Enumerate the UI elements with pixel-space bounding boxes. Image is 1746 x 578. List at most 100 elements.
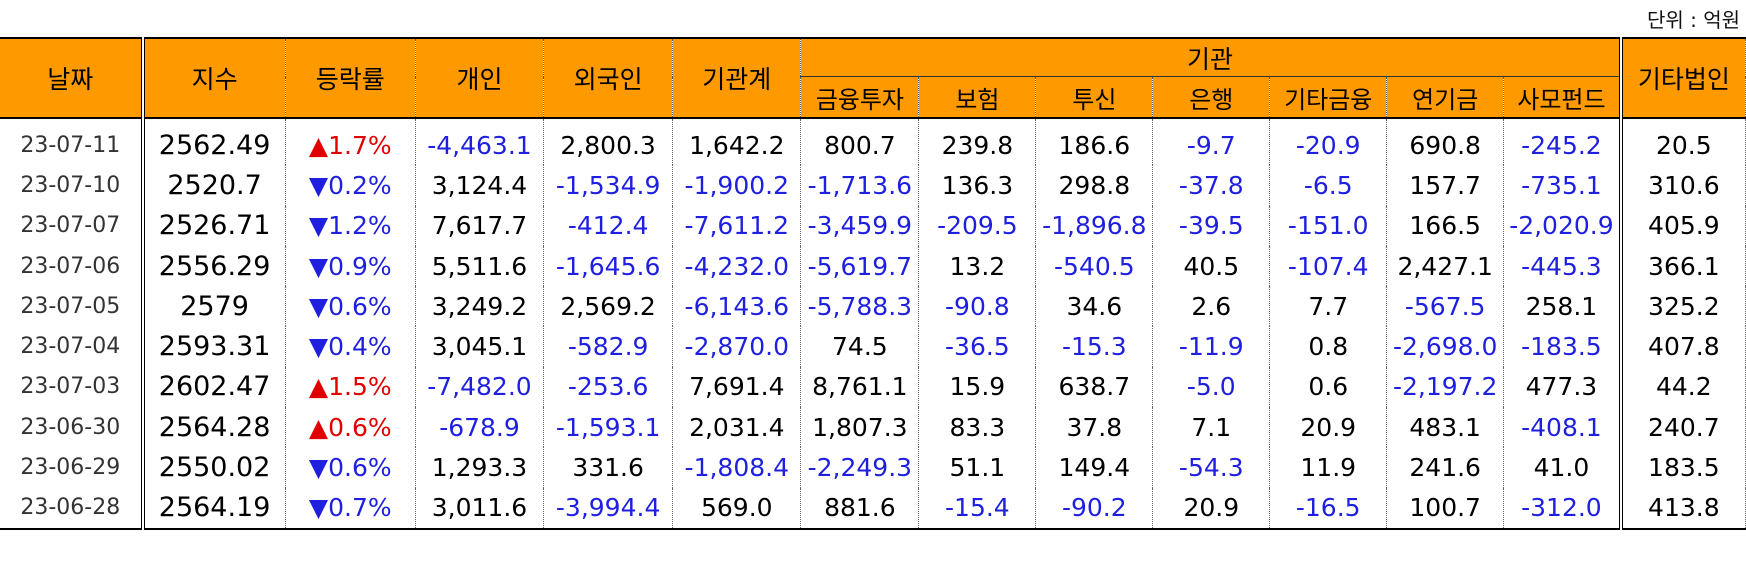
- cell-financial-investment: 74.5: [800, 326, 920, 367]
- cell-change: ▼0.4%: [285, 326, 416, 367]
- cell-index: 2564.19: [142, 487, 286, 530]
- cell-individual: -4,463.1: [415, 118, 545, 166]
- cell-date: 23-07-07: [0, 205, 145, 246]
- cell-private-fund: -445.3: [1503, 245, 1622, 287]
- cell-bank: -5.0: [1152, 366, 1271, 408]
- cell-individual: 5,511.6: [415, 245, 545, 287]
- cell-individual: 3,124.4: [415, 165, 545, 206]
- cell-financial-investment: -5,788.3: [800, 286, 920, 327]
- cell-insurance: 15.9: [918, 366, 1037, 408]
- cell-foreign: -253.6: [543, 366, 674, 408]
- table-row: 23-07-03 2602.47 ▲1.5% -7,482.0 -253.6 7,691.…: [0, 366, 1746, 408]
- cell-financial-investment: -1,713.6: [800, 165, 920, 206]
- cell-individual: -678.9: [415, 407, 545, 448]
- cell-institution-total: -1,900.2: [672, 165, 802, 206]
- header-investment-trust: 투신: [1035, 76, 1154, 119]
- header-insurance: 보험: [918, 76, 1037, 119]
- cell-index: 2593.31: [142, 326, 286, 367]
- cell-investment-trust: 638.7: [1035, 366, 1154, 408]
- header-individual: 개인: [415, 37, 545, 119]
- cell-pension: -2,698.0: [1386, 326, 1505, 367]
- cell-foreign: -1,645.6: [543, 245, 674, 287]
- cell-institution-total: -4,232.0: [672, 245, 802, 287]
- table-row: 23-06-30 2564.28 ▲0.6% -678.9 -1,593.1 2,031.…: [0, 407, 1746, 448]
- cell-date: 23-06-28: [0, 487, 145, 530]
- header-institution-group: 기관: [800, 37, 1622, 77]
- cell-individual: -7,482.0: [415, 366, 545, 408]
- cell-date: 23-07-10: [0, 165, 145, 206]
- cell-institution-total: 2,031.4: [672, 407, 802, 448]
- cell-bank: 2.6: [1152, 286, 1271, 327]
- investor-trading-table: 날짜 지수 등락률 개인 외국인 기관계 기관 기타법인 금융투자 보험 투신 …: [0, 37, 1746, 530]
- cell-private-fund: -2,020.9: [1503, 205, 1622, 246]
- header-other-corp: 기타법인: [1618, 37, 1746, 119]
- cell-change: ▼1.2%: [285, 205, 416, 246]
- cell-other-finance: 0.8: [1269, 326, 1388, 367]
- cell-institution-total: -1,808.4: [672, 447, 802, 488]
- cell-institution-total: 1,642.2: [672, 118, 802, 166]
- cell-pension: 100.7: [1386, 487, 1505, 530]
- cell-foreign: 331.6: [543, 447, 674, 488]
- header-private-fund: 사모펀드: [1503, 76, 1622, 119]
- cell-index: 2564.28: [142, 407, 286, 448]
- cell-pension: 690.8: [1386, 118, 1505, 166]
- cell-investment-trust: 149.4: [1035, 447, 1154, 488]
- cell-institution-total: 569.0: [672, 487, 802, 530]
- cell-other-corp: 240.7: [1618, 407, 1746, 448]
- cell-index: 2520.7: [142, 165, 286, 206]
- cell-financial-investment: 8,761.1: [800, 366, 920, 408]
- table-row: 23-07-10 2520.7 ▼0.2% 3,124.4 -1,534.9 -1,900…: [0, 165, 1746, 206]
- cell-investment-trust: -90.2: [1035, 487, 1154, 530]
- cell-financial-investment: 881.6: [800, 487, 920, 530]
- cell-other-corp: 407.8: [1618, 326, 1746, 367]
- cell-investment-trust: 298.8: [1035, 165, 1154, 206]
- cell-foreign: 2,800.3: [543, 118, 674, 166]
- cell-bank: -11.9: [1152, 326, 1271, 367]
- cell-change: ▲0.6%: [285, 407, 416, 448]
- cell-index: 2602.47: [142, 366, 286, 408]
- unit-label: 단위 : 억원: [1646, 8, 1740, 32]
- header-pension: 연기금: [1386, 76, 1505, 119]
- cell-other-finance: -20.9: [1269, 118, 1388, 166]
- cell-financial-investment: -2,249.3: [800, 447, 920, 488]
- cell-change: ▲1.5%: [285, 366, 416, 408]
- table-row: 23-06-28 2564.19 ▼0.7% 3,011.6 -3,994.4 569.0…: [0, 487, 1746, 530]
- cell-insurance: 136.3: [918, 165, 1037, 206]
- cell-insurance: -36.5: [918, 326, 1037, 367]
- cell-index: 2550.02: [142, 447, 286, 488]
- cell-insurance: 239.8: [918, 118, 1037, 166]
- cell-bank: -37.8: [1152, 165, 1271, 206]
- cell-insurance: 83.3: [918, 407, 1037, 448]
- table-row: 23-07-11 2562.49 ▲1.7% -4,463.1 2,800.3 1,642…: [0, 118, 1746, 166]
- header-financial-investment: 금융투자: [800, 76, 920, 119]
- cell-change: ▼0.7%: [285, 487, 416, 530]
- table-body: 23-07-11 2562.49 ▲1.7% -4,463.1 2,800.3 1,642…: [0, 118, 1746, 530]
- cell-private-fund: -408.1: [1503, 407, 1622, 448]
- cell-change: ▲1.7%: [285, 118, 416, 166]
- cell-index: 2562.49: [142, 118, 286, 166]
- table-row: 23-07-05 2579 ▼0.6% 3,249.2 2,569.2 -6,143.6-…: [0, 286, 1746, 327]
- cell-institution-total: -6,143.6: [672, 286, 802, 327]
- cell-bank: -54.3: [1152, 447, 1271, 488]
- cell-individual: 7,617.7: [415, 205, 545, 246]
- cell-date: 23-07-04: [0, 326, 145, 367]
- cell-other-finance: -16.5: [1269, 487, 1388, 530]
- cell-other-corp: 44.2: [1618, 366, 1746, 408]
- cell-foreign: -1,593.1: [543, 407, 674, 448]
- cell-other-corp: 366.1: [1618, 245, 1746, 287]
- cell-index: 2526.71: [142, 205, 286, 246]
- cell-index: 2579: [142, 286, 286, 327]
- table-row: 23-06-29 2550.02 ▼0.6% 1,293.3 331.6 -1,808.4…: [0, 447, 1746, 488]
- cell-individual: 3,249.2: [415, 286, 545, 327]
- cell-pension: 2,427.1: [1386, 245, 1505, 287]
- cell-financial-investment: -5,619.7: [800, 245, 920, 287]
- cell-private-fund: 258.1: [1503, 286, 1622, 327]
- cell-other-corp: 20.5: [1618, 118, 1746, 166]
- cell-institution-total: -7,611.2: [672, 205, 802, 246]
- cell-insurance: 13.2: [918, 245, 1037, 287]
- cell-private-fund: -183.5: [1503, 326, 1622, 367]
- cell-other-corp: 413.8: [1618, 487, 1746, 530]
- cell-institution-total: 7,691.4: [672, 366, 802, 408]
- cell-foreign: -3,994.4: [543, 487, 674, 530]
- cell-change: ▼0.6%: [285, 286, 416, 327]
